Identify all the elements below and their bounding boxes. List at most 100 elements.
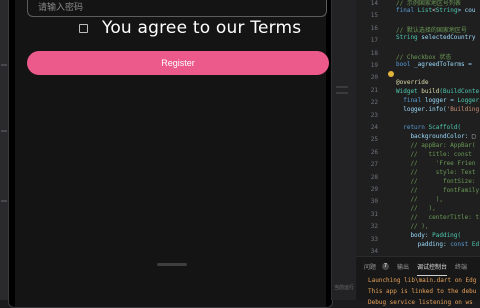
code-token: selectedCountry bbox=[421, 34, 476, 41]
code-token: // ), bbox=[396, 205, 436, 212]
code-token: > cou bbox=[457, 7, 476, 14]
strip-marker bbox=[1, 200, 7, 202]
line-number: 23 bbox=[370, 111, 378, 119]
code-token: backgroundColor: bbox=[396, 133, 472, 140]
terminal-line: This app is linked to the debu bbox=[368, 288, 477, 295]
terms-row: You agree to our Terms bbox=[79, 17, 301, 39]
code-line: return Scaffold( bbox=[396, 124, 461, 131]
terms-checkbox[interactable] bbox=[79, 23, 88, 33]
code-token: 'Building bbox=[446, 106, 480, 113]
code-token: // 默认选择的国家地区号 bbox=[396, 27, 467, 34]
code-token: Logger bbox=[457, 97, 480, 104]
line-number: 34 bbox=[370, 248, 378, 255]
line-number: 15 bbox=[370, 12, 378, 20]
code-line: Widget build(BuildConte bbox=[396, 88, 479, 95]
code-line: final List<String> cou bbox=[396, 7, 476, 14]
password-input[interactable]: 请输入密码 bbox=[27, 0, 327, 17]
code-token: // appBar: AppBar( bbox=[396, 142, 476, 149]
code-token: // 'Free Frien bbox=[396, 160, 476, 167]
code-line: @override bbox=[396, 79, 429, 86]
code-token: @override bbox=[396, 79, 429, 86]
line-number: 26 bbox=[370, 148, 378, 156]
line-number: 27 bbox=[370, 161, 378, 169]
code-token: bool bbox=[396, 61, 415, 68]
code-token: // 示例国家地区号列表 bbox=[396, 0, 461, 7]
code-token: Widget bbox=[396, 88, 422, 95]
tab-problems[interactable]: 问题 bbox=[364, 262, 376, 271]
code-line: String selectedCountry bbox=[396, 34, 475, 41]
terminal-line: Launching lib\main.dart on Edg bbox=[368, 277, 477, 284]
code-line: // ), bbox=[396, 205, 436, 212]
code-line: // ), bbox=[396, 223, 428, 230]
line-number: 30 bbox=[370, 198, 378, 206]
bottom-panel: 问题 7 输出 调试控制台 终端 Launching lib\main.dart… bbox=[356, 256, 480, 306]
code-line: // style: Text bbox=[396, 169, 475, 176]
code-line: // centerTitle: t bbox=[396, 214, 479, 221]
terms-label: You agree to our Terms bbox=[102, 18, 302, 38]
tab-terminal[interactable]: 终端 bbox=[455, 262, 467, 271]
code-token: const bbox=[450, 241, 472, 248]
code-line: // Checkbox 状态 bbox=[396, 52, 451, 61]
lightbulb-icon[interactable] bbox=[388, 71, 394, 77]
code-line: logger.info('Building bbox=[396, 106, 479, 113]
code-token: final bbox=[396, 97, 425, 104]
strip-marker bbox=[1, 64, 7, 66]
line-number: 20 bbox=[370, 74, 378, 82]
code-token: Padding( bbox=[432, 232, 462, 239]
middle-panel-text: 当前运行 bbox=[334, 285, 355, 291]
code-token: String bbox=[396, 34, 422, 41]
phone-emulator: 请输入密码 You agree to our Terms Register bbox=[8, 0, 333, 308]
code-token: logger = bbox=[424, 97, 458, 104]
line-number: 16 bbox=[370, 24, 378, 32]
code-token: // fontSize: bbox=[396, 178, 476, 185]
code-token: Ed bbox=[471, 241, 480, 248]
code-token: padding: bbox=[396, 241, 451, 248]
screen-handle bbox=[157, 263, 187, 266]
strip-marker bbox=[1, 130, 7, 132]
panel-line bbox=[336, 86, 348, 88]
panel-line bbox=[336, 92, 348, 94]
code-line: backgroundColor: □ bbox=[396, 133, 475, 140]
code-line: // fontFamily bbox=[396, 187, 479, 194]
code-token: Scaffold( bbox=[428, 124, 462, 131]
code-line: final logger = Logger bbox=[396, 97, 479, 104]
line-number: 14 bbox=[370, 0, 378, 7]
line-number: 17 bbox=[370, 37, 378, 45]
code-line: // 默认选择的国家地区号 bbox=[396, 25, 467, 34]
code-token: // centerTitle: t bbox=[396, 214, 480, 221]
code-token: return bbox=[396, 124, 429, 131]
code-line: padding: const Ed bbox=[396, 241, 479, 248]
line-number: 19 bbox=[370, 62, 378, 69]
code-token: logger.info( bbox=[396, 106, 447, 113]
code-token: List bbox=[417, 7, 433, 14]
left-desktop-strip bbox=[0, 0, 8, 300]
line-number-gutter: 14 15 16 17 18 19 20 21 22 23 24 25 26 27 28 29 30 31 32 33… bbox=[356, 0, 384, 256]
problems-count-badge: 7 bbox=[382, 262, 390, 270]
tab-output[interactable]: 输出 bbox=[397, 262, 409, 271]
line-number: 21 bbox=[370, 86, 378, 94]
code-token: String bbox=[435, 7, 458, 14]
panel-tabs: 问题 7 输出 调试控制台 终端 bbox=[356, 257, 480, 276]
code-line: // title: const bbox=[396, 151, 471, 158]
code-token: // ), bbox=[396, 196, 443, 203]
code-editor[interactable]: 14 15 16 17 18 19 20 21 22 23 24 25 26 27 28 29 30 31 32 33… bbox=[356, 0, 480, 256]
code-line: // appBar: AppBar( bbox=[396, 142, 475, 149]
line-number: 22 bbox=[370, 99, 378, 107]
middle-panel: 当前运行 bbox=[331, 0, 358, 300]
code-token: body: bbox=[396, 232, 433, 239]
line-number: 31 bbox=[370, 210, 378, 218]
code-token: // Checkbox 状态 bbox=[396, 54, 452, 61]
code-line: // fontSize: bbox=[396, 178, 475, 185]
code-token: final bbox=[396, 7, 418, 14]
code-line: // ), bbox=[396, 196, 443, 203]
code-token: // fontFamily bbox=[396, 187, 480, 194]
code-token: build bbox=[421, 88, 440, 95]
register-button[interactable]: Register bbox=[27, 51, 329, 75]
code-token: // style: Text bbox=[396, 169, 476, 176]
line-number: 28 bbox=[370, 173, 378, 181]
emulator-screen: 请输入密码 You agree to our Terms Register bbox=[15, 0, 329, 307]
code-line: // 'Free Frien bbox=[396, 160, 475, 167]
tab-debug-console[interactable]: 调试控制台 bbox=[417, 262, 448, 276]
line-number: 24 bbox=[370, 124, 378, 131]
terminal-line: Debug service listening on ws bbox=[368, 299, 473, 306]
